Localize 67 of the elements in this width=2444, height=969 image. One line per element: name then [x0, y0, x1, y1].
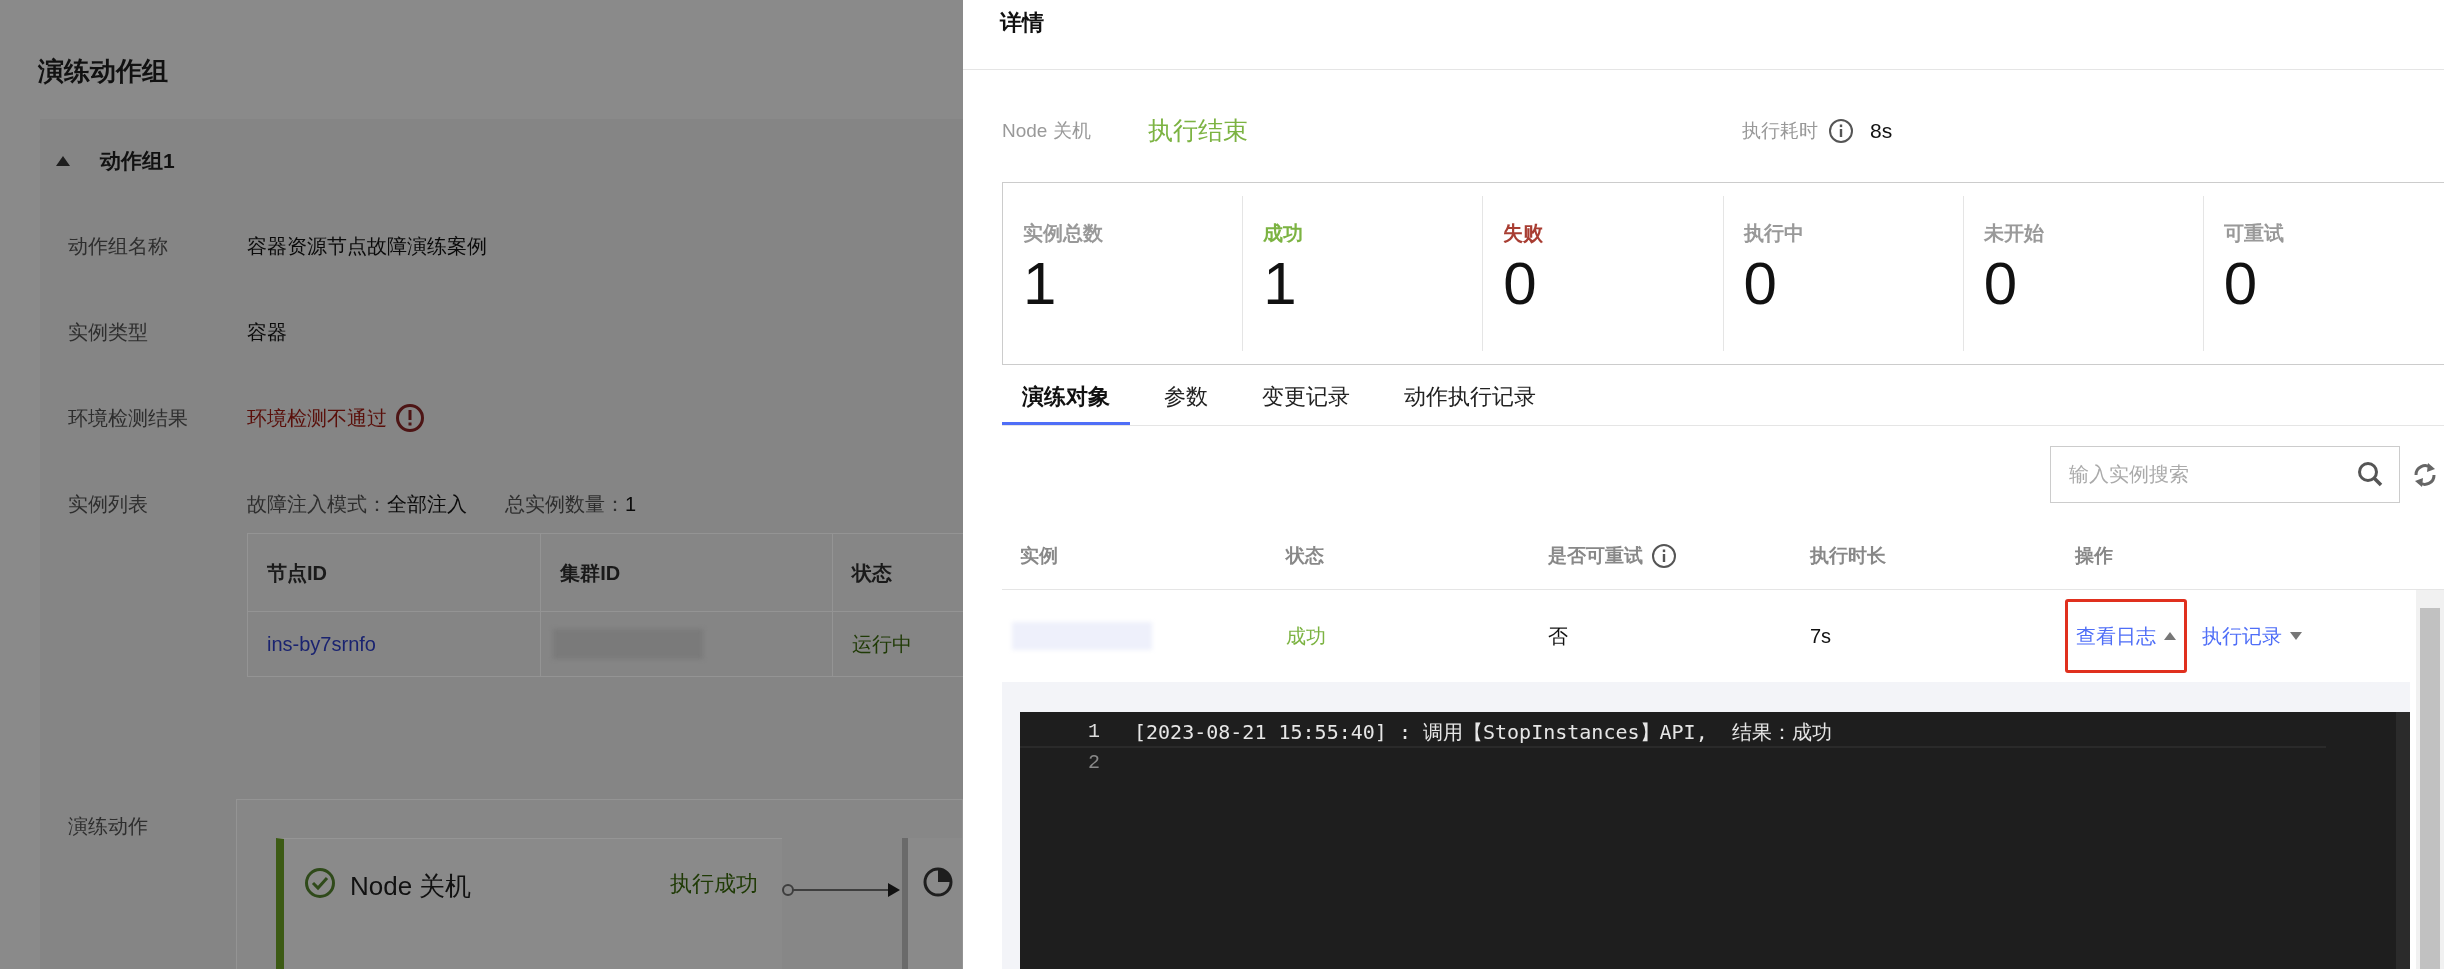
- table-cell: 7s: [1810, 625, 1832, 647]
- info-icon: [1828, 118, 1854, 144]
- stat-label: 未开始: [1983, 221, 2045, 246]
- action-name: Node 关机: [1002, 118, 1092, 143]
- stat-value: 1: [1263, 249, 1298, 319]
- caret-icon: [2164, 632, 2176, 640]
- status-text: 运行中: [852, 632, 913, 657]
- duration-label: 执行耗时: [1742, 118, 1818, 143]
- tab[interactable]: 参数: [1144, 365, 1228, 425]
- check-circle-icon: [304, 867, 336, 899]
- stat-label: 可重试: [2223, 221, 2285, 246]
- stat-value: 0: [2223, 249, 2259, 319]
- caret-icon[interactable]: [56, 156, 70, 166]
- page-title: 演练动作组: [38, 55, 169, 88]
- duration-value: 8s: [1870, 118, 1893, 145]
- column-header: 状态: [1286, 543, 1324, 568]
- field-label: 动作组名称: [68, 234, 169, 259]
- field-value: 容器: [247, 320, 287, 345]
- pie-icon: [922, 866, 954, 898]
- field-label: 演练动作: [68, 814, 149, 839]
- log-line: [2023-08-21 15:55:40] : 调用【StopInstances】API, 结果：成功: [1134, 719, 1832, 746]
- drawer-title: 详情: [1000, 10, 1044, 35]
- stat-label: 执行中: [1743, 221, 1805, 246]
- column-header: 状态: [852, 560, 893, 586]
- result-status: 执行结束: [1148, 115, 1249, 147]
- action-name: Node 关机: [350, 870, 472, 903]
- refresh-icon[interactable]: [2412, 460, 2438, 489]
- stat-label: 实例总数: [1023, 221, 1104, 246]
- caret-icon: [2290, 632, 2302, 640]
- mode-label: 故障注入模式：: [247, 492, 387, 517]
- error-text: 环境检测不通过: [247, 406, 387, 431]
- tab[interactable]: 动作执行记录: [1384, 365, 1556, 425]
- line-number: 1: [1087, 719, 1100, 745]
- count-label: 总实例数量：: [505, 492, 625, 517]
- table-cell: 否: [1548, 625, 1568, 647]
- stat-value: 0: [1503, 249, 1538, 319]
- action-status: 执行成功: [670, 870, 758, 898]
- search-icon: [2356, 460, 2384, 488]
- tab[interactable]: 演练对象: [1002, 365, 1130, 425]
- column-header: 执行时长: [1810, 543, 1886, 568]
- info-icon: [1651, 543, 1677, 569]
- column-header: 节点ID: [267, 560, 327, 586]
- operation-link[interactable]: 执行记录: [2199, 599, 2305, 673]
- column-header: 集群ID: [560, 560, 621, 586]
- tab[interactable]: 变更记录: [1242, 365, 1370, 425]
- warning-icon: [395, 403, 425, 433]
- action-card[interactable]: Node 关机 执行成功: [276, 838, 782, 969]
- line-number: 2: [1087, 750, 1100, 776]
- count-value: 1: [625, 492, 637, 517]
- search-field[interactable]: 输入实例搜索: [2050, 446, 2400, 503]
- field-label: 实例列表: [68, 492, 149, 517]
- mode-value: 全部注入: [387, 492, 467, 517]
- field-value: 容器资源节点故障演练案例: [247, 234, 487, 259]
- group-name[interactable]: 动作组1: [100, 145, 175, 177]
- stat-value: 1: [1023, 249, 1058, 319]
- status-text: 成功: [1286, 625, 1326, 647]
- column-header: 操作: [2075, 543, 2113, 568]
- stat-value: 0: [1743, 249, 1778, 319]
- operation-link[interactable]: 查看日志: [2065, 599, 2187, 673]
- node-id-link[interactable]: ins-by7srnfo: [267, 629, 376, 659]
- stat-label: 成功: [1263, 221, 1305, 246]
- field-label: 实例类型: [68, 320, 149, 345]
- stat-value: 0: [1983, 249, 2019, 319]
- field-label: 环境检测结果: [68, 406, 189, 431]
- column-header: 是否可重试: [1548, 543, 1643, 568]
- stat-label: 失败: [1503, 221, 1545, 246]
- column-header: 实例: [1020, 543, 1058, 568]
